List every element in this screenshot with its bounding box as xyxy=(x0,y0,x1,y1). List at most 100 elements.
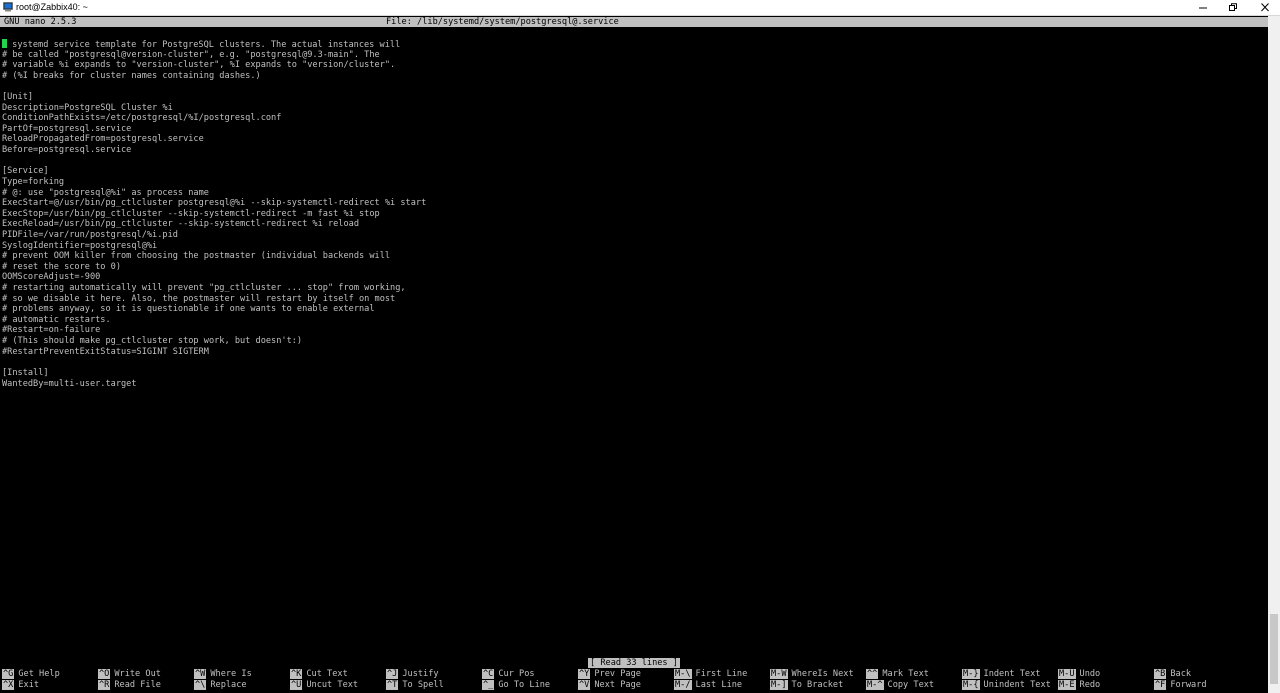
shortcut-key: ^K xyxy=(290,669,303,679)
minimize-button[interactable] xyxy=(1188,0,1218,15)
shortcut-label: Prev Page xyxy=(594,669,641,679)
editor-line: [Install] xyxy=(2,367,49,378)
editor-line: ExecStop=/usr/bin/pg_ctlcluster --skip-s… xyxy=(2,208,380,219)
editor-line: # automatic restarts. xyxy=(2,314,111,325)
shortcut-cut-text[interactable]: ^K Cut Text xyxy=(290,669,348,679)
shortcut-copy-text[interactable]: M-^ Copy Text xyxy=(866,680,934,690)
shortcut-label: Go To Line xyxy=(498,680,551,690)
shortcut-label: Undo xyxy=(1079,669,1101,679)
shortcut-last-line[interactable]: M-/Last Line xyxy=(674,680,742,690)
window-title: root@Zabbix40: ~ xyxy=(16,2,88,12)
shortcut-uncut-text[interactable]: ^U Uncut Text xyxy=(290,680,358,690)
shortcut-key: ^W xyxy=(194,669,207,679)
restore-button[interactable] xyxy=(1218,0,1248,15)
scrollbar-thumb[interactable] xyxy=(1270,614,1278,684)
shortcut-mark-text[interactable]: ^^ Mark Text xyxy=(866,669,929,679)
shortcut-to-bracket[interactable]: M-] To Bracket xyxy=(770,680,843,690)
shortcut-write-out[interactable]: ^O Write Out xyxy=(98,669,161,679)
terminal-screen[interactable]: GNU nano 2.5.3 File: /lib/systemd/system… xyxy=(0,16,1268,693)
nano-file-name: File: /lib/systemd/system/postgresql@.se… xyxy=(386,17,619,27)
editor-line: # reset the score to 0) xyxy=(2,261,121,272)
shortcut-key: M-^ xyxy=(866,680,884,690)
shortcut-exit[interactable]: ^X Exit xyxy=(2,680,39,690)
shortcut-label: Where Is xyxy=(210,669,252,679)
shortcut-back[interactable]: ^B Back xyxy=(1154,669,1191,679)
shortcut-label: To Bracket xyxy=(791,680,844,690)
shortcut-key: M-] xyxy=(770,680,788,690)
shortcut-label: Unindent Text xyxy=(983,680,1051,690)
shortcut-key: ^T xyxy=(386,680,399,690)
shortcut-label: Next Page xyxy=(594,680,641,690)
shortcut-key: M-\ xyxy=(674,669,692,679)
editor-line: Description=PostgreSQL Cluster %i xyxy=(2,102,173,113)
editor-line: # (This should make pg_ctlcluster stop w… xyxy=(2,336,303,347)
shortcut-key: ^C xyxy=(482,669,495,679)
editor-line: # @: use "postgresql@%i" as process name xyxy=(2,187,209,198)
shortcut-read-file[interactable]: ^R Read File xyxy=(98,680,161,690)
editor-line: # problems anyway, so it is questionable… xyxy=(2,304,375,315)
shortcut-whereis-next[interactable]: M-W WhereIs Next xyxy=(770,669,854,679)
shortcut-label: Cut Text xyxy=(306,669,348,679)
shortcut-label: Redo xyxy=(1079,680,1101,690)
editor-line: # variable %i expands to "version-cluste… xyxy=(2,60,396,71)
shortcut-undo[interactable]: M-U Undo xyxy=(1058,669,1100,679)
editor-line: [Unit] xyxy=(2,92,34,103)
title-bar[interactable]: root@Zabbix40: ~ xyxy=(0,0,1280,16)
shortcut-key: ^Y xyxy=(578,669,591,679)
editor-line: ConditionPathExists=/etc/postgresql/%I/p… xyxy=(2,113,282,124)
shortcut-key: M-/ xyxy=(674,680,692,690)
shortcut-unindent-text[interactable]: M-{Unindent Text xyxy=(962,680,1051,690)
shortcut-justify[interactable]: ^J Justify xyxy=(386,669,439,679)
shortcut-key: M-E xyxy=(1058,680,1076,690)
shortcut-label: Cur Pos xyxy=(498,669,535,679)
shortcut-key: ^R xyxy=(98,680,111,690)
shortcut-prev-page[interactable]: ^Y Prev Page xyxy=(578,669,641,679)
editor-line: SyslogIdentifier=postgresql@%i xyxy=(2,240,158,251)
shortcut-cur-pos[interactable]: ^C Cur Pos xyxy=(482,669,535,679)
shortcut-key: ^G xyxy=(2,669,15,679)
shortcut-key: ^J xyxy=(386,669,399,679)
shortcut-key: ^O xyxy=(98,669,111,679)
shortcut-go-to-line[interactable]: ^_ Go To Line xyxy=(482,680,550,690)
shortcut-key: M-} xyxy=(962,669,980,679)
shortcut-get-help[interactable]: ^G Get Help xyxy=(2,669,60,679)
shortcut-forward[interactable]: ^F Forward xyxy=(1154,680,1207,690)
editor-line: [Service] xyxy=(2,166,49,177)
restore-icon xyxy=(1229,3,1237,11)
shortcut-label: Back xyxy=(1170,669,1192,679)
editor-line: #Restart=on-failure xyxy=(2,325,101,336)
shortcut-to-spell[interactable]: ^T To Spell xyxy=(386,680,444,690)
shortcut-key: ^V xyxy=(578,680,591,690)
editor-line: PartOf=postgresql.service xyxy=(2,123,132,134)
shortcut-first-line[interactable]: M-\ First Line xyxy=(674,669,747,679)
shortcut-key: ^_ xyxy=(482,680,495,690)
editor-line: OOMScoreAdjust=-900 xyxy=(2,272,101,283)
shortcut-next-page[interactable]: ^V Next Page xyxy=(578,680,641,690)
shortcut-key: ^^ xyxy=(866,669,879,679)
shortcut-redo[interactable]: M-E Redo xyxy=(1058,680,1100,690)
shortcut-where-is[interactable]: ^W Where Is xyxy=(194,669,252,679)
shortcut-key: ^\ xyxy=(194,680,207,690)
close-icon xyxy=(1261,3,1269,12)
vertical-scrollbar[interactable] xyxy=(1268,16,1280,693)
shortcut-key: ^U xyxy=(290,680,303,690)
close-button[interactable] xyxy=(1250,0,1280,15)
shortcut-indent-text[interactable]: M-} Indent Text xyxy=(962,669,1040,679)
editor-text-area[interactable]: systemd service template for PostgreSQL … xyxy=(2,39,1262,389)
shortcut-label: Read File xyxy=(114,680,161,690)
shortcut-label: Mark Text xyxy=(882,669,929,679)
shortcut-key: M-U xyxy=(1058,669,1076,679)
shortcut-replace[interactable]: ^\ Replace xyxy=(194,680,247,690)
shortcut-label: Indent Text xyxy=(983,669,1041,679)
minimize-icon xyxy=(1199,7,1207,9)
editor-line: # (%I breaks for cluster names containin… xyxy=(2,70,261,81)
shortcut-label: Copy Text xyxy=(887,680,935,690)
editor-line: systemd service template for PostgreSQL … xyxy=(2,39,1262,50)
editor-line-text: systemd service template for PostgreSQL … xyxy=(7,40,401,50)
editor-line: Before=postgresql.service xyxy=(2,145,132,156)
terminal-window: root@Zabbix40: ~ GNU nano 2.5.3 File: /l… xyxy=(0,0,1280,693)
editor-line: ExecStart=@/usr/bin/pg_ctlcluster postgr… xyxy=(2,198,427,209)
